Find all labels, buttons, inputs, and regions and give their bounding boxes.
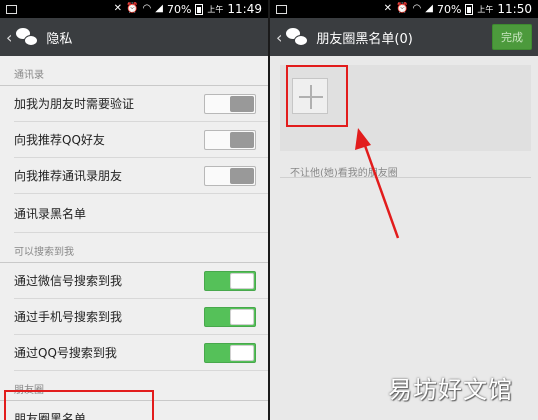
setting-recommend-contacts[interactable]: 向我推荐通讯录朋友 <box>14 158 268 194</box>
alarm-icon: ⏰ <box>126 3 139 14</box>
wechat-logo-icon[interactable] <box>16 26 39 48</box>
setting-label: 通过手机号搜索到我 <box>14 310 123 324</box>
privacy-screen: ✕ ⏰ ◠ ◢ 70% 上午 11:49 ‹ 隐私 通讯录 加我为朋友时需要验证… <box>0 0 268 420</box>
annotation-arrow-icon <box>355 128 400 239</box>
page-title: 隐私 <box>46 31 73 47</box>
setting-label: 通讯录黑名单 <box>14 206 87 221</box>
signal-icon: ◢ <box>155 3 163 14</box>
setting-label: 向我推荐QQ好友 <box>14 133 105 147</box>
highlight-box <box>4 390 154 420</box>
setting-label: 加我为朋友时需要验证 <box>14 97 135 111</box>
toggle-recommend-qq[interactable] <box>204 129 256 150</box>
wifi-icon: ◠ <box>142 3 152 14</box>
toggle-search-by-qq[interactable] <box>204 342 256 363</box>
image-notification-icon <box>6 4 17 14</box>
setting-search-by-id[interactable]: 通过微信号搜索到我 <box>14 263 268 299</box>
ampm: 上午 <box>207 4 224 14</box>
setting-recommend-qq[interactable]: 向我推荐QQ好友 <box>14 122 268 158</box>
section-header-searchable: 可以搜索到我 <box>0 233 268 263</box>
battery-percent: 70% <box>166 2 192 16</box>
section-header-contacts: 通讯录 <box>0 56 268 86</box>
setting-label: 通过微信号搜索到我 <box>14 274 123 288</box>
clock: 11:49 <box>227 2 262 16</box>
toggle-recommend-contacts[interactable] <box>204 165 256 186</box>
setting-contacts-blacklist[interactable]: 通讯录黑名单 <box>14 194 268 233</box>
battery-icon <box>195 3 204 15</box>
title-bar: ‹ 隐私 <box>0 18 268 56</box>
toggle-verify-on-add[interactable] <box>204 93 256 114</box>
setting-label: 通过QQ号搜索到我 <box>14 346 117 360</box>
moments-blacklist-screen: ✕ ⏰ ◠ ◢ 70% 上午 11:50 ‹ 朋友圈黑名单(0) 完成 不让他(… <box>270 0 538 420</box>
setting-label: 向我推荐通讯录朋友 <box>14 169 123 183</box>
setting-search-by-qq[interactable]: 通过QQ号搜索到我 <box>14 335 268 371</box>
back-icon[interactable]: ‹ <box>6 28 12 47</box>
toggle-search-by-id[interactable] <box>204 270 256 291</box>
setting-verify-on-add[interactable]: 加我为朋友时需要验证 <box>14 86 268 122</box>
toggle-search-by-phone[interactable] <box>204 306 256 327</box>
setting-search-by-phone[interactable]: 通过手机号搜索到我 <box>14 299 268 335</box>
status-bar: ✕ ⏰ ◠ ◢ 70% 上午 11:49 <box>0 0 268 18</box>
watermark: 易坊好文馆 <box>388 376 513 404</box>
mute-icon: ✕ <box>113 3 123 14</box>
